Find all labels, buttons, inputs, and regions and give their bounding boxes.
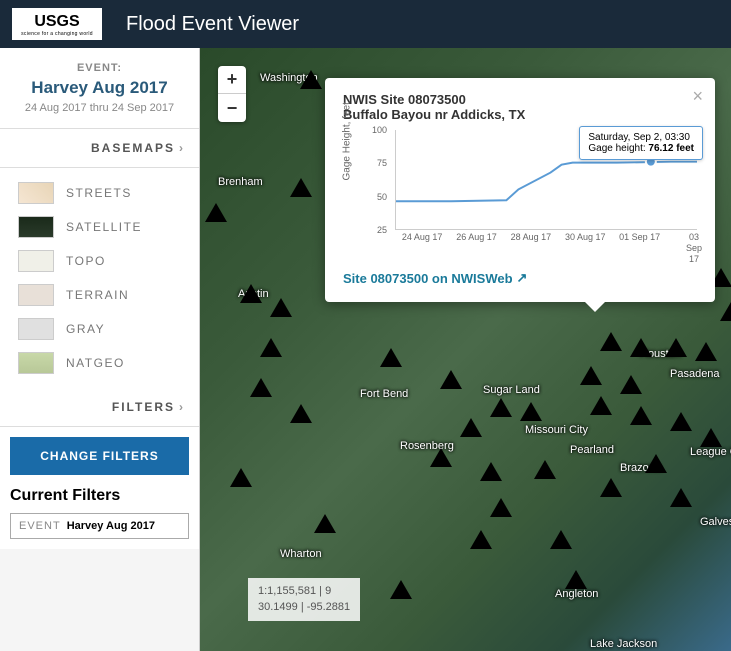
zoom-in-button[interactable]: + xyxy=(218,66,246,94)
site-marker-icon[interactable] xyxy=(250,378,272,397)
sidebar: EVENT: Harvey Aug 2017 24 Aug 2017 thru … xyxy=(0,48,200,651)
site-marker-icon[interactable] xyxy=(470,530,492,549)
site-marker-icon[interactable] xyxy=(390,580,412,599)
site-marker-icon[interactable] xyxy=(720,302,731,321)
site-marker-icon[interactable] xyxy=(670,412,692,431)
basemap-list: STREETS SATELLITE TOPO TERRAIN GRAY NATG… xyxy=(0,168,199,388)
site-marker-icon[interactable] xyxy=(550,530,572,549)
current-filters-title: Current Filters xyxy=(10,487,189,505)
city-label: League City xyxy=(690,446,731,458)
city-label: Angleton xyxy=(555,588,598,600)
site-marker-icon[interactable] xyxy=(695,342,717,361)
site-marker-icon[interactable] xyxy=(700,428,722,447)
site-marker-icon[interactable] xyxy=(300,70,322,89)
city-label: Wharton xyxy=(280,548,322,560)
popup-subtitle: Buffalo Bayou nr Addicks, TX xyxy=(343,107,697,122)
y-axis-label: Gage Height, feet xyxy=(342,102,353,180)
site-marker-icon[interactable] xyxy=(665,338,687,357)
site-marker-icon[interactable] xyxy=(230,468,252,487)
filters-header[interactable]: FILTERS› xyxy=(0,388,199,427)
city-label: Sugar Land xyxy=(483,384,540,396)
filter-chip-event[interactable]: EVENT Harvey Aug 2017 xyxy=(10,513,189,539)
site-marker-icon[interactable] xyxy=(670,488,692,507)
y-ticks: 100 75 50 25 xyxy=(367,130,391,230)
basemap-natgeo[interactable]: NATGEO xyxy=(0,346,199,380)
usgs-logo: USGS science for a changing world xyxy=(12,8,102,40)
site-marker-icon[interactable] xyxy=(520,402,542,421)
site-marker-icon[interactable] xyxy=(440,370,462,389)
site-marker-icon[interactable] xyxy=(490,398,512,417)
basemap-topo[interactable]: TOPO xyxy=(0,244,199,278)
site-marker-icon[interactable] xyxy=(260,338,282,357)
site-marker-icon[interactable] xyxy=(480,462,502,481)
site-marker-icon[interactable] xyxy=(290,404,312,423)
zoom-out-button[interactable]: − xyxy=(218,94,246,122)
app-title: Flood Event Viewer xyxy=(126,13,299,36)
site-marker-icon[interactable] xyxy=(314,514,336,533)
site-marker-icon[interactable] xyxy=(600,332,622,351)
event-name: Harvey Aug 2017 xyxy=(10,78,189,98)
site-marker-icon[interactable] xyxy=(565,570,587,589)
site-popup: × ≡ NWIS Site 08073500 Buffalo Bayou nr … xyxy=(325,78,715,302)
city-label: Pearland xyxy=(570,444,614,456)
swatch-icon xyxy=(18,318,54,340)
basemap-gray[interactable]: GRAY xyxy=(0,312,199,346)
chart-tooltip: Saturday, Sep 2, 03:30 Gage height: 76.1… xyxy=(579,126,703,160)
site-marker-icon[interactable] xyxy=(205,203,227,222)
popup-tail-icon xyxy=(585,302,605,312)
site-marker-icon[interactable] xyxy=(630,338,652,357)
site-marker-icon[interactable] xyxy=(430,448,452,467)
basemap-terrain[interactable]: TERRAIN xyxy=(0,278,199,312)
site-marker-icon[interactable] xyxy=(490,498,512,517)
site-marker-icon[interactable] xyxy=(580,366,602,385)
swatch-icon xyxy=(18,216,54,238)
filters-block: CHANGE FILTERS Current Filters EVENT Har… xyxy=(0,427,199,549)
site-marker-icon[interactable] xyxy=(590,396,612,415)
site-marker-icon[interactable] xyxy=(460,418,482,437)
site-marker-icon[interactable] xyxy=(620,375,642,394)
nwisweb-link[interactable]: Site 08073500 on NWISWeb ↗ xyxy=(343,270,527,286)
basemap-streets[interactable]: STREETS xyxy=(0,176,199,210)
site-marker-icon[interactable] xyxy=(645,454,667,473)
site-marker-icon[interactable] xyxy=(600,478,622,497)
event-label: EVENT: xyxy=(10,62,189,74)
app-header: USGS science for a changing world Flood … xyxy=(0,0,731,48)
basemaps-header[interactable]: BASEMAPS› xyxy=(0,129,199,168)
swatch-icon xyxy=(18,284,54,306)
gage-height-chart[interactable]: Gage Height, feet 100 75 50 25 24 A xyxy=(367,130,697,260)
close-icon[interactable]: × xyxy=(692,86,703,107)
logo-text: USGS xyxy=(34,13,79,31)
site-marker-icon[interactable] xyxy=(240,284,262,303)
city-label: Pasadena xyxy=(670,368,720,380)
swatch-icon xyxy=(18,352,54,374)
city-label: Missouri City xyxy=(525,424,588,436)
site-marker-icon[interactable] xyxy=(534,460,556,479)
city-label: Fort Bend xyxy=(360,388,408,400)
city-label: Lake Jackson xyxy=(590,638,657,650)
popup-title: NWIS Site 08073500 xyxy=(343,92,697,107)
chevron-right-icon: › xyxy=(179,400,185,414)
chevron-right-icon: › xyxy=(179,141,185,155)
external-link-icon: ↗ xyxy=(517,270,528,286)
basemap-satellite[interactable]: SATELLITE xyxy=(0,210,199,244)
map-canvas[interactable]: + − Washington Brenham Austin Fort Bend … xyxy=(200,48,731,651)
event-block: EVENT: Harvey Aug 2017 24 Aug 2017 thru … xyxy=(0,48,199,129)
event-dates: 24 Aug 2017 thru 24 Sep 2017 xyxy=(10,102,189,114)
change-filters-button[interactable]: CHANGE FILTERS xyxy=(10,437,189,475)
zoom-control: + − xyxy=(218,66,246,122)
city-label: Brenham xyxy=(218,176,263,188)
x-ticks: 24 Aug 17 26 Aug 17 28 Aug 17 30 Aug 17 … xyxy=(395,232,697,258)
coordinate-readout: 1:1,155,581 | 9 30.1499 | -95.2881 xyxy=(248,578,360,621)
city-label: Galveston xyxy=(700,516,731,528)
site-marker-icon[interactable] xyxy=(290,178,312,197)
swatch-icon xyxy=(18,250,54,272)
site-marker-icon[interactable] xyxy=(630,406,652,425)
site-marker-icon[interactable] xyxy=(380,348,402,367)
site-marker-icon[interactable] xyxy=(270,298,292,317)
swatch-icon xyxy=(18,182,54,204)
logo-tagline: science for a changing world xyxy=(21,31,93,37)
